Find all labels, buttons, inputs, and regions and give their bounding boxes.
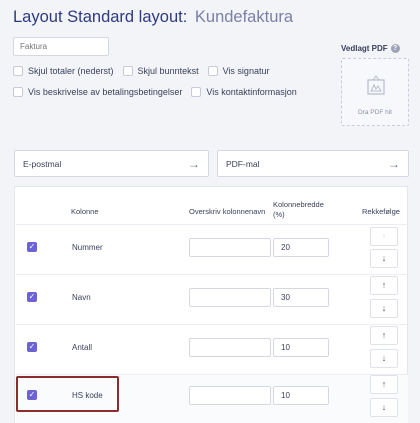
move-up-button[interactable]: ↑: [370, 375, 398, 394]
checkbox[interactable]: [13, 66, 23, 76]
option-show-signature[interactable]: Vis signatur: [207, 66, 270, 76]
override-name-input[interactable]: [189, 386, 271, 405]
row-column-name: Antall: [72, 343, 93, 352]
option-show-payment-terms[interactable]: Vis beskrivelse av betalingsbetingelser: [13, 87, 182, 97]
attached-pdf-text: Vedlagt PDF: [341, 44, 388, 53]
override-name-input[interactable]: [189, 238, 271, 257]
page-title: Layout Standard layout: Kundefaktura: [13, 8, 293, 27]
row-divider: [16, 224, 408, 225]
column-header-width: Kolonnebredde (%): [273, 200, 324, 220]
column-width-input[interactable]: 30: [273, 288, 329, 307]
move-down-button[interactable]: ↓: [370, 299, 398, 318]
image-frame-icon: [367, 75, 385, 95]
document-title-input[interactable]: [13, 37, 109, 56]
column-header-order: Rekkefølge: [362, 207, 400, 216]
email-template-button[interactable]: E-postmal →: [14, 150, 209, 177]
option-label: Vis kontaktinformasjon: [206, 87, 297, 97]
option-label: Skjul totaler (nederst): [28, 66, 114, 76]
arrow-right-icon: →: [188, 156, 200, 171]
option-show-contact-info[interactable]: Vis kontaktinformasjon: [191, 87, 297, 97]
row-divider: [16, 324, 408, 325]
page-title-prefix: Layout Standard layout:: [13, 8, 188, 26]
column-header-width-line2: (%): [273, 210, 285, 219]
override-name-input[interactable]: [189, 288, 271, 307]
override-name-input[interactable]: [189, 338, 271, 357]
question-icon[interactable]: ?: [390, 44, 400, 53]
row-divider: [16, 374, 408, 375]
email-template-label: E-postmal: [23, 158, 62, 169]
move-down-button[interactable]: ↓: [370, 349, 398, 368]
attached-pdf-label: Vedlagt PDF ?: [341, 44, 400, 53]
pdf-dropzone[interactable]: Dra PDF hit: [341, 58, 409, 126]
move-down-button[interactable]: ↓: [370, 249, 398, 268]
arrow-right-icon: →: [388, 156, 400, 171]
row-checkbox[interactable]: ✓: [27, 242, 37, 252]
checkbox[interactable]: [191, 87, 202, 97]
column-header-width-line1: Kolonnebredde: [273, 200, 324, 209]
row-divider: [16, 274, 408, 275]
highlight-box: [16, 376, 119, 412]
column-width-input[interactable]: 10: [273, 338, 329, 357]
options-row-1: Skjul totaler (nederst) Skjul bunntekst …: [13, 66, 278, 76]
row-column-name: Navn: [72, 293, 91, 302]
column-width-input[interactable]: 10: [273, 386, 329, 405]
row-checkbox[interactable]: ✓: [27, 342, 37, 352]
options-row-2: Vis beskrivelse av betalingsbetingelser …: [13, 87, 306, 97]
column-header-column: Kolonne: [71, 207, 99, 216]
row-checkbox[interactable]: ✓: [27, 292, 37, 302]
row-column-name: Nummer: [72, 243, 103, 252]
move-up-button[interactable]: ↑: [370, 227, 398, 246]
move-down-button[interactable]: ↓: [370, 398, 398, 417]
option-label: Skjul bunntekst: [137, 66, 199, 76]
layout-name: Kundefaktura: [194, 8, 294, 26]
pdf-template-label: PDF-mal: [226, 158, 260, 169]
column-header-override: Overskriv kolonnenavn: [189, 207, 266, 216]
option-hide-footer[interactable]: Skjul bunntekst: [122, 66, 199, 76]
pdf-template-button[interactable]: PDF-mal →: [217, 150, 409, 177]
dropzone-text: Dra PDF hit: [358, 109, 392, 116]
option-hide-totals[interactable]: Skjul totaler (nederst): [13, 66, 114, 76]
option-label: Vis signatur: [222, 66, 270, 76]
option-label: Vis beskrivelse av betalingsbetingelser: [28, 87, 183, 97]
move-up-button[interactable]: ↑: [370, 326, 398, 345]
checkbox[interactable]: [13, 87, 23, 97]
checkbox[interactable]: [122, 66, 133, 76]
checkbox[interactable]: [207, 66, 218, 76]
move-up-button[interactable]: ↑: [370, 276, 398, 295]
column-width-input[interactable]: 20: [273, 238, 329, 257]
